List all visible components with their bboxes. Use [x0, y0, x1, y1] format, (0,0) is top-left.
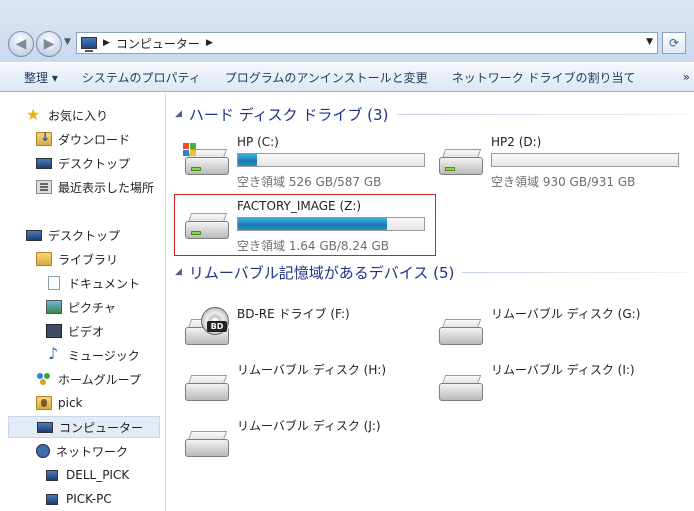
drive-d[interactable]: HP2 (D:) 空き領域 930 GB/931 GB	[427, 135, 689, 191]
breadcrumb-chevron-icon[interactable]: ▶	[206, 38, 213, 48]
sidebar-item-recent-places[interactable]: 最近表示した場所	[36, 176, 154, 198]
computer-icon	[81, 37, 97, 52]
group-divider	[397, 114, 687, 115]
sidebar-item-network[interactable]: ネットワーク	[36, 440, 128, 462]
free-space-text: 空き領域 526 GB/587 GB	[237, 175, 382, 189]
group-header-hard-disk-drives[interactable]: ◢ ハード ディスク ドライブ (3)	[175, 103, 388, 125]
removable-disk-icon	[185, 375, 231, 405]
content-pane: ◢ ハード ディスク ドライブ (3) HP (C:) 空き領域 526 GB/…	[167, 93, 694, 511]
sidebar-item-libraries[interactable]: ライブラリ	[36, 248, 118, 270]
group-header-removable-storage[interactable]: ◢ リムーバブル記憶域があるデバイス (5)	[175, 261, 454, 283]
sidebar-item-videos[interactable]: ビデオ	[46, 320, 104, 342]
organize-button[interactable]: 整理 ▾	[0, 69, 70, 86]
downloads-folder-icon	[36, 130, 52, 146]
collapse-triangle-icon[interactable]: ◢	[175, 267, 182, 277]
usage-bar	[237, 217, 425, 231]
sidebar-item-downloads[interactable]: ダウンロード	[36, 128, 130, 150]
back-button[interactable]: ◀	[8, 31, 34, 57]
free-space-text: 空き領域 930 GB/931 GB	[491, 175, 636, 189]
forward-arrow-icon: ▶	[43, 36, 55, 52]
sidebar-item-favorites[interactable]: お気に入り	[26, 104, 108, 126]
drive-h[interactable]: リムーバブル ディスク (H:)	[173, 361, 423, 401]
removable-disk-icon	[439, 375, 485, 405]
system-properties-button[interactable]: システムのプロパティ	[70, 69, 213, 86]
sidebar-item-computer[interactable]: コンピューター	[8, 416, 160, 438]
sidebar-item-homegroup[interactable]: ホームグループ	[36, 368, 141, 390]
command-bar: 整理 ▾ システムのプロパティ プログラムのアンインストールと変更 ネットワーク…	[0, 62, 694, 92]
refresh-icon: ⟳	[668, 36, 680, 50]
desktop-icon	[26, 229, 42, 241]
computer-icon	[37, 421, 53, 433]
breadcrumb-computer[interactable]: コンピューター	[116, 35, 200, 52]
desktop-icon	[36, 157, 52, 169]
drive-z[interactable]: FACTORY_IMAGE (Z:) 空き領域 1.64 GB/8.24 GB	[173, 199, 435, 255]
sidebar-item-pick[interactable]: pick	[36, 392, 83, 414]
hard-drive-icon	[439, 149, 485, 179]
network-computer-icon	[46, 469, 58, 481]
collapse-triangle-icon[interactable]: ◢	[175, 109, 182, 119]
music-icon	[46, 344, 62, 363]
back-arrow-icon: ◀	[15, 36, 27, 52]
sidebar-item-documents[interactable]: ドキュメント	[46, 272, 140, 294]
address-dropdown-icon[interactable]: ▼	[646, 37, 653, 47]
hard-drive-icon	[185, 213, 231, 243]
free-space-text: 空き領域 1.64 GB/8.24 GB	[237, 239, 389, 253]
map-network-drive-button[interactable]: ネットワーク ドライブの割り当て	[440, 69, 648, 86]
document-icon	[48, 276, 60, 290]
drive-f[interactable]: BD BD-RE ドライブ (F:)	[173, 305, 423, 345]
address-bar[interactable]: ▶ コンピューター ▶ ▼	[76, 32, 658, 54]
drive-g[interactable]: リムーバブル ディスク (G:)	[427, 305, 689, 345]
windows-logo-icon	[183, 143, 197, 157]
user-folder-icon	[36, 396, 52, 410]
sidebar-item-pick-pc[interactable]: PICK-PC	[46, 488, 112, 510]
drive-i[interactable]: リムーバブル ディスク (I:)	[427, 361, 689, 401]
drive-name: リムーバブル ディスク (G:)	[491, 307, 641, 321]
group-divider	[462, 272, 687, 273]
drive-name: リムーバブル ディスク (I:)	[491, 363, 635, 377]
recent-places-icon	[36, 180, 52, 194]
usage-bar	[491, 153, 679, 167]
sidebar-item-dell-pick[interactable]: DELL_PICK	[46, 464, 129, 486]
video-icon	[46, 324, 62, 338]
drive-name: FACTORY_IMAGE (Z:)	[237, 199, 362, 213]
library-icon	[36, 252, 52, 266]
removable-disk-icon	[439, 319, 485, 349]
sidebar-item-music[interactable]: ミュージック	[46, 344, 140, 366]
bd-drive-icon: BD	[185, 307, 231, 349]
network-computer-icon	[46, 493, 58, 505]
drive-c[interactable]: HP (C:) 空き領域 526 GB/587 GB	[173, 135, 435, 191]
refresh-button[interactable]: ⟳	[662, 32, 686, 54]
drive-name: HP (C:)	[237, 135, 279, 149]
star-icon	[26, 105, 42, 124]
removable-disk-icon	[185, 431, 231, 461]
drive-name: BD-RE ドライブ (F:)	[237, 307, 350, 321]
title-bar: ◀ ▶ ▼ ▶ コンピューター ▶ ▼ ⟳	[0, 0, 694, 62]
hard-drive-icon	[183, 143, 231, 179]
usage-bar	[237, 153, 425, 167]
sidebar-item-desktop-fav[interactable]: デスクトップ	[36, 152, 130, 174]
usage-fill	[238, 218, 387, 230]
pictures-icon	[46, 300, 62, 314]
more-commands-button[interactable]: »	[683, 70, 690, 84]
recent-pages-dropdown-icon[interactable]: ▼	[64, 37, 71, 47]
forward-button[interactable]: ▶	[36, 31, 62, 57]
drive-j[interactable]: リムーバブル ディスク (J:)	[173, 417, 423, 457]
navigation-pane: お気に入り ダウンロード デスクトップ 最近表示した場所 デスクトップ ライブラ…	[0, 93, 166, 511]
drive-name: リムーバブル ディスク (J:)	[237, 419, 381, 433]
sidebar-item-desktop[interactable]: デスクトップ	[26, 224, 120, 246]
breadcrumb-chevron-icon[interactable]: ▶	[103, 38, 110, 48]
drive-name: リムーバブル ディスク (H:)	[237, 363, 387, 377]
network-icon	[36, 444, 50, 458]
uninstall-program-button[interactable]: プログラムのアンインストールと変更	[213, 69, 440, 86]
sidebar-item-pictures[interactable]: ピクチャ	[46, 296, 116, 318]
bd-badge: BD	[207, 321, 227, 332]
drive-name: HP2 (D:)	[491, 135, 542, 149]
usage-fill	[238, 154, 258, 166]
homegroup-icon	[36, 372, 52, 386]
